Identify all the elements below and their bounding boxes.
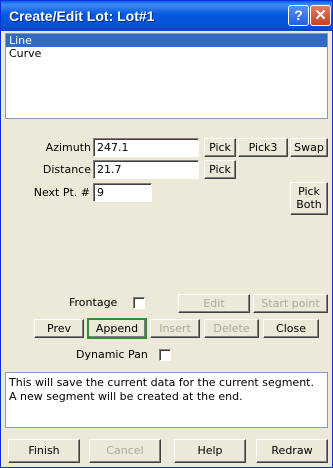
help-button[interactable]: Help bbox=[174, 439, 246, 463]
segment-type-list[interactable]: Line Curve bbox=[5, 33, 328, 119]
swap-button[interactable]: Swap bbox=[290, 138, 328, 157]
status-message: This will save the current data for the … bbox=[5, 372, 328, 428]
cancel-button[interactable]: Cancel bbox=[89, 439, 161, 463]
dynamic-pan-label: Dynamic Pan bbox=[76, 348, 148, 361]
close-button[interactable]: Close bbox=[263, 319, 319, 338]
start-point-button[interactable]: Start point bbox=[253, 294, 328, 313]
title-bar[interactable]: Create/Edit Lot: Lot#1 ? ✕ bbox=[1, 1, 332, 31]
pick-both-label-line2: Both bbox=[296, 198, 322, 211]
append-button[interactable]: Append bbox=[87, 318, 147, 339]
finish-button[interactable]: Finish bbox=[8, 439, 80, 463]
next-pt-field[interactable]: 9 bbox=[93, 183, 152, 202]
window-title: Create/Edit Lot: Lot#1 bbox=[9, 8, 155, 24]
edit-button[interactable]: Edit bbox=[178, 294, 250, 313]
frontage-checkbox[interactable] bbox=[133, 297, 145, 309]
pick-distance-button[interactable]: Pick bbox=[204, 160, 236, 179]
next-pt-label: Next Pt. # bbox=[33, 186, 90, 199]
create-edit-lot-dialog: Create/Edit Lot: Lot#1 ? ✕ Line Curve Az… bbox=[0, 0, 333, 468]
insert-button[interactable]: Insert bbox=[150, 319, 200, 338]
pick-both-button[interactable]: Pick Both bbox=[290, 182, 328, 215]
frontage-label: Frontage bbox=[69, 296, 118, 309]
pick-both-label-line1: Pick bbox=[298, 185, 320, 198]
dynamic-pan-checkbox[interactable] bbox=[159, 349, 171, 361]
list-item-curve[interactable]: Curve bbox=[6, 47, 327, 60]
pick-azimuth-button[interactable]: Pick bbox=[204, 138, 236, 157]
help-icon[interactable]: ? bbox=[288, 5, 309, 26]
delete-button[interactable]: Delete bbox=[204, 319, 259, 338]
pick3-button[interactable]: Pick3 bbox=[238, 138, 288, 157]
prev-button[interactable]: Prev bbox=[34, 319, 84, 338]
azimuth-field[interactable]: 247.1 bbox=[93, 138, 199, 157]
distance-field[interactable]: 21.7 bbox=[93, 160, 199, 179]
close-icon[interactable]: ✕ bbox=[310, 5, 331, 26]
redraw-button[interactable]: Redraw bbox=[256, 439, 328, 463]
azimuth-label: Azimuth bbox=[45, 141, 91, 154]
list-item-line[interactable]: Line bbox=[6, 34, 327, 47]
distance-label: Distance bbox=[42, 163, 91, 176]
